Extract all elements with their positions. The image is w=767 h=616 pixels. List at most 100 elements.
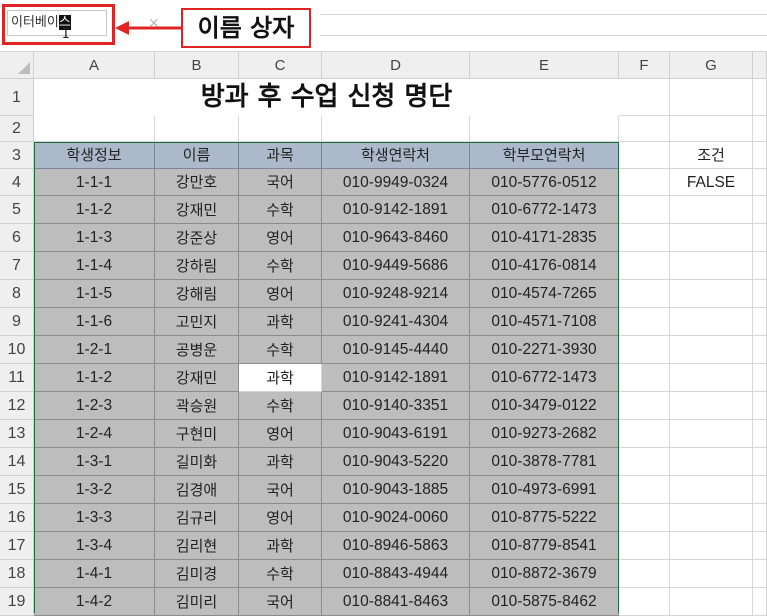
- cell-blank[interactable]: [753, 392, 767, 420]
- cell-blank[interactable]: [753, 336, 767, 364]
- cell-blank[interactable]: [753, 116, 767, 142]
- table-cell[interactable]: 010-9643-8460: [322, 224, 470, 252]
- cell-f7[interactable]: [619, 252, 670, 280]
- cell-f2[interactable]: [619, 116, 670, 142]
- cell-g6[interactable]: [670, 224, 753, 252]
- table-cell[interactable]: 1-3-4: [34, 532, 155, 560]
- table-cell[interactable]: 010-9142-1891: [322, 364, 470, 392]
- row-header-17[interactable]: 17: [0, 532, 34, 560]
- row-header-11[interactable]: 11: [0, 364, 34, 392]
- cell-blank[interactable]: [753, 142, 767, 169]
- name-box-input[interactable]: 이터베이스: [7, 10, 107, 36]
- cell-g7[interactable]: [670, 252, 753, 280]
- table-cell[interactable]: 곽승원: [155, 392, 239, 420]
- table-cell[interactable]: 010-6772-1473: [470, 196, 619, 224]
- table-cell[interactable]: 1-1-2: [34, 196, 155, 224]
- table-cell[interactable]: 010-5875-8462: [470, 588, 619, 616]
- table-cell[interactable]: 강해림: [155, 280, 239, 308]
- cell-blank[interactable]: [753, 308, 767, 336]
- table-cell[interactable]: 과학: [239, 532, 322, 560]
- cell-g8[interactable]: [670, 280, 753, 308]
- table-cell[interactable]: 과학: [239, 308, 322, 336]
- cell-blank[interactable]: [753, 364, 767, 392]
- condition-label[interactable]: 조건: [670, 142, 753, 169]
- cell-f18[interactable]: [619, 560, 670, 588]
- table-cell[interactable]: 010-8779-8541: [470, 532, 619, 560]
- cell-f12[interactable]: [619, 392, 670, 420]
- cell-blank[interactable]: [753, 588, 767, 616]
- table-cell[interactable]: 010-4574-7265: [470, 280, 619, 308]
- cell-g10[interactable]: [670, 336, 753, 364]
- cell-f11[interactable]: [619, 364, 670, 392]
- row-header-14[interactable]: 14: [0, 448, 34, 476]
- table-cell[interactable]: 강준상: [155, 224, 239, 252]
- table-cell[interactable]: 국어: [239, 169, 322, 196]
- table-cell[interactable]: 고민지: [155, 308, 239, 336]
- table-cell[interactable]: 1-2-3: [34, 392, 155, 420]
- table-cell[interactable]: 공병운: [155, 336, 239, 364]
- table-cell[interactable]: 강만호: [155, 169, 239, 196]
- cell-blank[interactable]: [753, 476, 767, 504]
- cell-e2[interactable]: [470, 116, 619, 142]
- table-cell[interactable]: 010-9024-0060: [322, 504, 470, 532]
- table-cell[interactable]: 010-2271-3930: [470, 336, 619, 364]
- condition-value[interactable]: FALSE: [670, 169, 753, 196]
- table-cell[interactable]: 1-1-3: [34, 224, 155, 252]
- table-cell[interactable]: 010-9241-4304: [322, 308, 470, 336]
- header-cell-3[interactable]: 과목: [239, 142, 322, 169]
- row-header-18[interactable]: 18: [0, 560, 34, 588]
- table-cell[interactable]: 010-9043-5220: [322, 448, 470, 476]
- column-header-a[interactable]: A: [34, 52, 155, 79]
- cell-g16[interactable]: [670, 504, 753, 532]
- cell-f16[interactable]: [619, 504, 670, 532]
- column-header-e[interactable]: E: [470, 52, 619, 79]
- cell-blank[interactable]: [753, 420, 767, 448]
- table-cell[interactable]: 국어: [239, 476, 322, 504]
- row-header-3[interactable]: 3: [0, 142, 34, 169]
- table-cell[interactable]: 영어: [239, 224, 322, 252]
- table-cell[interactable]: 수학: [239, 252, 322, 280]
- table-cell[interactable]: 김리현: [155, 532, 239, 560]
- cancel-icon[interactable]: ✕: [148, 16, 160, 32]
- row-header-16[interactable]: 16: [0, 504, 34, 532]
- table-cell[interactable]: 010-8872-3679: [470, 560, 619, 588]
- table-cell[interactable]: 1-1-4: [34, 252, 155, 280]
- table-cell[interactable]: 강재민: [155, 364, 239, 392]
- cell-f13[interactable]: [619, 420, 670, 448]
- row-header-19[interactable]: 19: [0, 588, 34, 616]
- cell-blank[interactable]: [753, 169, 767, 196]
- cell-g12[interactable]: [670, 392, 753, 420]
- table-cell[interactable]: 강하림: [155, 252, 239, 280]
- table-cell[interactable]: 010-9248-9214: [322, 280, 470, 308]
- table-cell[interactable]: 1-3-2: [34, 476, 155, 504]
- row-header-1[interactable]: 1: [0, 79, 34, 116]
- table-cell[interactable]: 영어: [239, 280, 322, 308]
- table-cell[interactable]: 010-9043-1885: [322, 476, 470, 504]
- cell-blank[interactable]: [753, 504, 767, 532]
- table-cell[interactable]: 010-4176-0814: [470, 252, 619, 280]
- cell-f10[interactable]: [619, 336, 670, 364]
- column-header-b[interactable]: B: [155, 52, 239, 79]
- cell-blank[interactable]: [753, 560, 767, 588]
- table-cell[interactable]: 010-4571-7108: [470, 308, 619, 336]
- table-cell[interactable]: 1-4-1: [34, 560, 155, 588]
- cell-f4[interactable]: [619, 169, 670, 196]
- cell-g11[interactable]: [670, 364, 753, 392]
- row-header-4[interactable]: 4: [0, 169, 34, 196]
- row-header-10[interactable]: 10: [0, 336, 34, 364]
- header-cell-2[interactable]: 이름: [155, 142, 239, 169]
- table-cell[interactable]: 010-9043-6191: [322, 420, 470, 448]
- cell-f5[interactable]: [619, 196, 670, 224]
- table-cell[interactable]: 수학: [239, 196, 322, 224]
- table-cell[interactable]: 1-3-3: [34, 504, 155, 532]
- cell-g13[interactable]: [670, 420, 753, 448]
- cell-f14[interactable]: [619, 448, 670, 476]
- table-cell[interactable]: 1-1-6: [34, 308, 155, 336]
- cell-f8[interactable]: [619, 280, 670, 308]
- cell-blank[interactable]: [753, 196, 767, 224]
- row-header-15[interactable]: 15: [0, 476, 34, 504]
- cell-f19[interactable]: [619, 588, 670, 616]
- cell-blank[interactable]: [753, 280, 767, 308]
- table-cell[interactable]: 010-8841-8463: [322, 588, 470, 616]
- table-cell[interactable]: 1-1-2: [34, 364, 155, 392]
